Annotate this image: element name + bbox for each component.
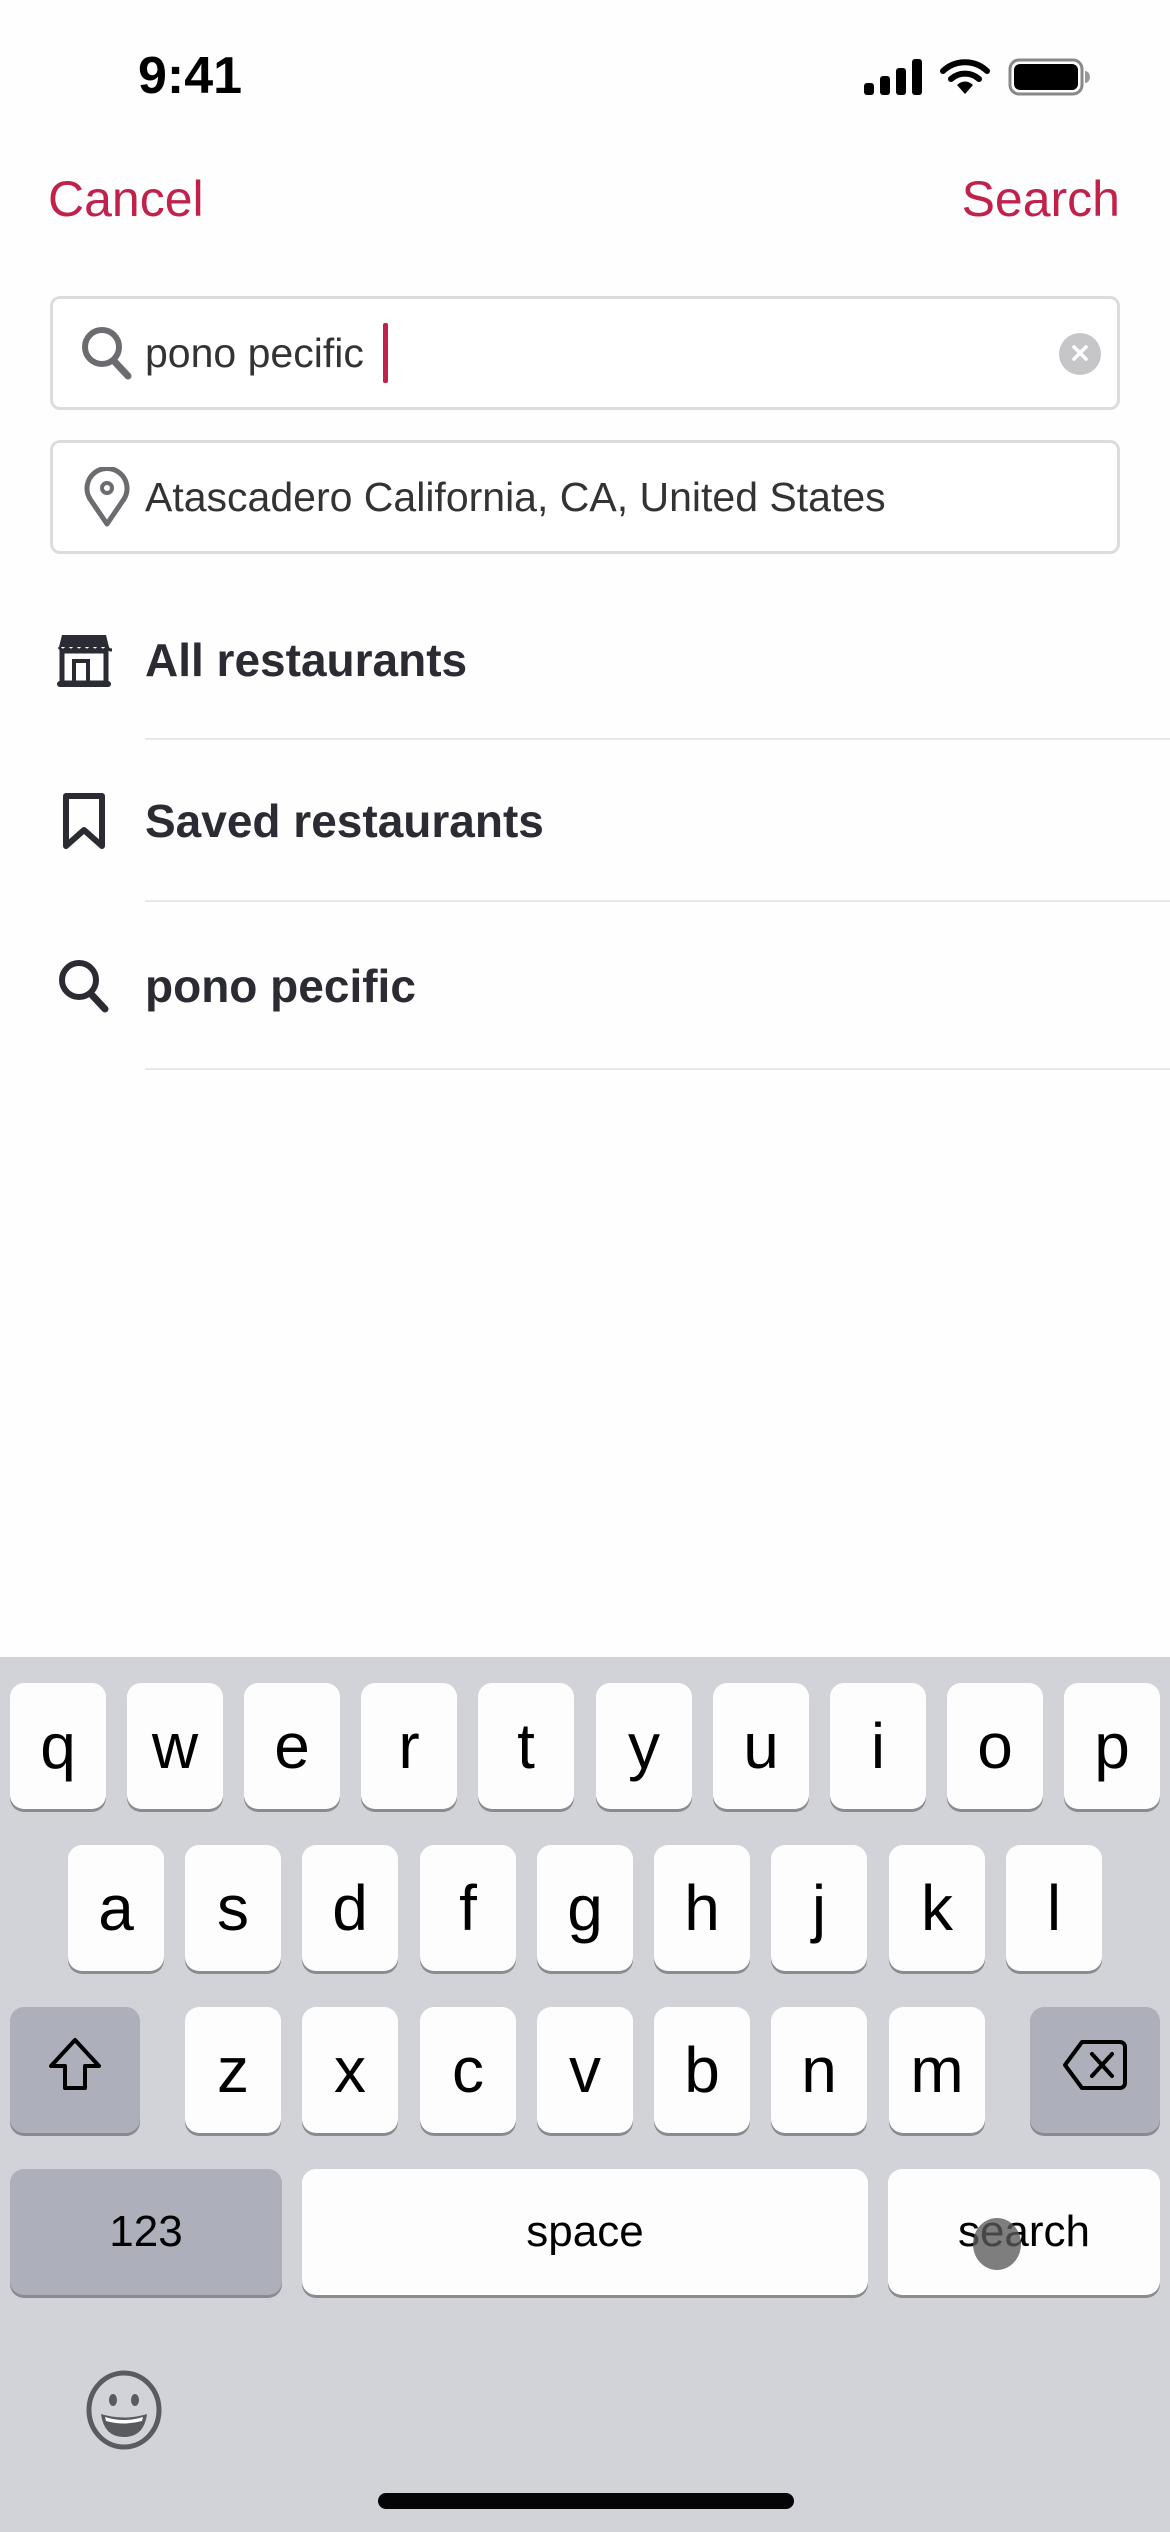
- key-w[interactable]: w: [127, 1683, 223, 1809]
- key-z[interactable]: z: [185, 2007, 281, 2133]
- key-r[interactable]: r: [361, 1683, 457, 1809]
- text-caret: [383, 323, 388, 383]
- key-t[interactable]: t: [478, 1683, 574, 1809]
- search-input[interactable]: [145, 299, 1027, 407]
- key-x[interactable]: x: [302, 2007, 398, 2133]
- search-return-key[interactable]: search: [888, 2169, 1160, 2295]
- suggestion-all-restaurants[interactable]: All restaurants: [0, 580, 1170, 740]
- key-j[interactable]: j: [771, 1845, 867, 1971]
- suggestion-label: pono pecific: [145, 960, 416, 1012]
- key-i[interactable]: i: [830, 1683, 926, 1809]
- key-l[interactable]: l: [1006, 1845, 1102, 1971]
- wifi-icon: [940, 58, 990, 101]
- key-y[interactable]: y: [596, 1683, 692, 1809]
- key-g[interactable]: g: [537, 1845, 633, 1971]
- space-key[interactable]: space: [302, 2169, 868, 2295]
- suggestion-label: All restaurants: [145, 634, 468, 686]
- key-c[interactable]: c: [420, 2007, 516, 2133]
- shift-icon: [47, 2033, 103, 2107]
- suggestion-search-query[interactable]: pono pecific: [0, 902, 1170, 1070]
- key-v[interactable]: v: [537, 2007, 633, 2133]
- suggestion-saved-restaurants[interactable]: Saved restaurants: [0, 740, 1170, 902]
- nav-bar: Cancel Search: [0, 170, 1170, 240]
- location-field[interactable]: [50, 440, 1120, 554]
- key-b[interactable]: b: [654, 2007, 750, 2133]
- bookmark-icon: [52, 789, 116, 853]
- search-button[interactable]: Search: [962, 170, 1120, 228]
- key-a[interactable]: a: [68, 1845, 164, 1971]
- status-time: 9:41: [138, 47, 243, 105]
- home-indicator[interactable]: [378, 2493, 794, 2509]
- divider: [145, 1068, 1170, 1070]
- suggestion-label: Saved restaurants: [145, 795, 544, 847]
- shift-key[interactable]: [10, 2007, 140, 2133]
- key-h[interactable]: h: [654, 1845, 750, 1971]
- backspace-icon: [1062, 2033, 1128, 2107]
- touch-indicator: [973, 2218, 1021, 2270]
- key-p[interactable]: p: [1064, 1683, 1160, 1809]
- key-n[interactable]: n: [771, 2007, 867, 2133]
- numbers-key[interactable]: 123: [10, 2169, 282, 2295]
- delete-key[interactable]: [1030, 2007, 1160, 2133]
- cancel-button[interactable]: Cancel: [48, 170, 204, 228]
- key-q[interactable]: q: [10, 1683, 106, 1809]
- status-bar: 9:41: [0, 0, 1170, 150]
- key-e[interactable]: e: [244, 1683, 340, 1809]
- location-pin-icon: [79, 467, 135, 527]
- key-o[interactable]: o: [947, 1683, 1043, 1809]
- storefront-icon: [52, 628, 116, 692]
- clear-icon: [1070, 343, 1090, 366]
- status-icons: [864, 58, 1090, 101]
- search-icon: [79, 323, 135, 383]
- emoji-icon: [84, 2370, 164, 2455]
- key-d[interactable]: d: [302, 1845, 398, 1971]
- search-field[interactable]: [50, 296, 1120, 410]
- location-input[interactable]: [145, 443, 1027, 551]
- key-k[interactable]: k: [889, 1845, 985, 1971]
- key-m[interactable]: m: [889, 2007, 985, 2133]
- key-f[interactable]: f: [420, 1845, 516, 1971]
- battery-icon: [1008, 58, 1090, 101]
- keyboard: q w e r t y u i o p a s d f g h j k l z …: [0, 1657, 1170, 2532]
- search-icon: [52, 954, 116, 1018]
- key-u[interactable]: u: [713, 1683, 809, 1809]
- clear-search-button[interactable]: [1059, 333, 1101, 375]
- suggestion-list: All restaurants Saved restaurants pono p…: [0, 580, 1170, 1070]
- cellular-signal-icon: [864, 59, 922, 100]
- key-s[interactable]: s: [185, 1845, 281, 1971]
- emoji-button[interactable]: [84, 2369, 164, 2451]
